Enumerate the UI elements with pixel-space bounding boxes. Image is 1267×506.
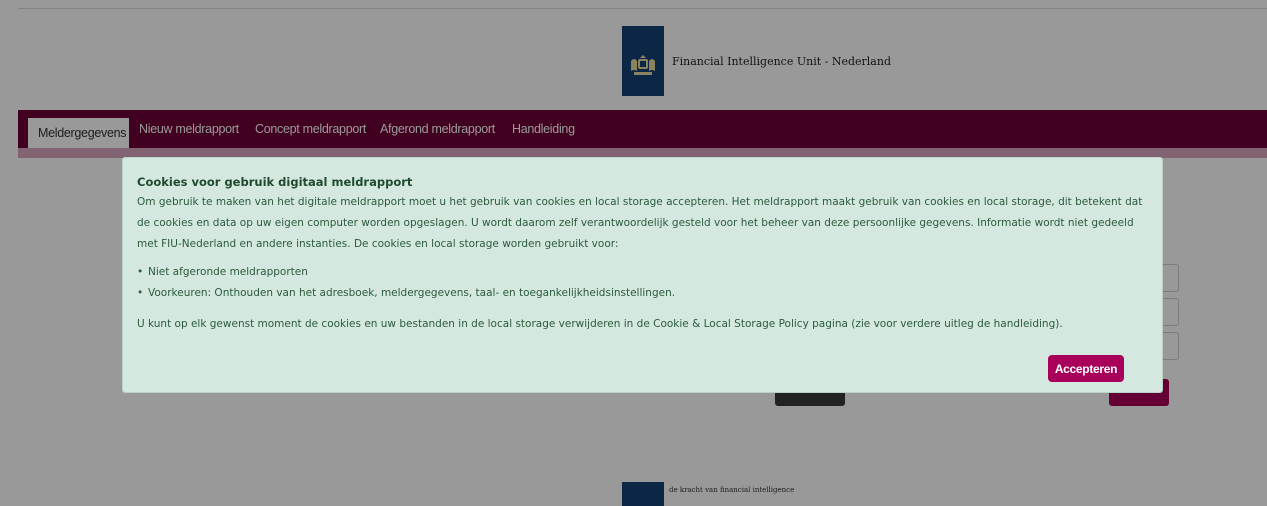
list-item: Voorkeuren: Onthouden van het adresboek,… bbox=[137, 283, 675, 304]
cookie-usage-list: Niet afgeronde meldrapporten Voorkeuren:… bbox=[137, 262, 675, 304]
dialog-intro-text: Om gebruik te maken van het digitale mel… bbox=[137, 196, 1143, 250]
list-item: Niet afgeronde meldrapporten bbox=[137, 262, 675, 283]
dialog-title: Cookies voor gebruik digitaal meldrappor… bbox=[137, 175, 413, 189]
cookie-consent-dialog: Cookies voor gebruik digitaal meldrappor… bbox=[122, 157, 1163, 393]
dialog-outro-text: U kunt op elk gewenst moment de cookies … bbox=[137, 318, 1063, 330]
accept-button[interactable]: Accepteren bbox=[1048, 355, 1124, 382]
